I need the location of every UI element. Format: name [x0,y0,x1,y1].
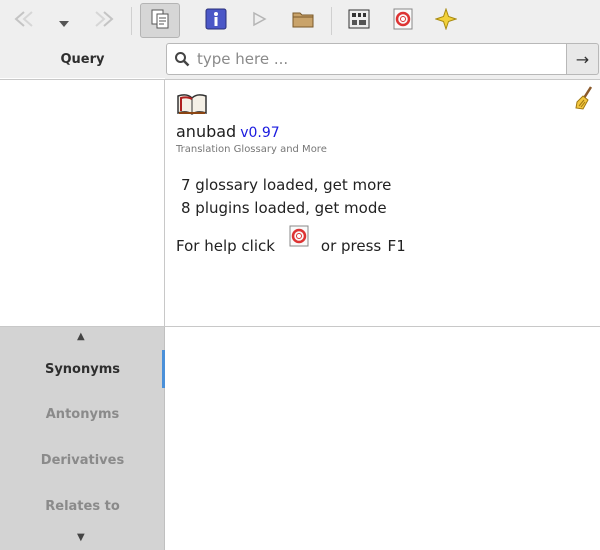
favorites-button[interactable] [430,5,462,37]
app-subtitle: Translation Glossary and More [176,144,327,155]
play-icon [251,11,267,31]
relation-tab-relates-to[interactable]: Relates to [0,487,165,525]
help-suffix: or press [320,237,382,255]
forward-arrow-icon [90,10,116,32]
dictionary-manager-button[interactable] [343,5,375,37]
history-dropdown[interactable] [57,5,71,37]
relation-tab-label: Relates to [45,498,120,514]
selection-indicator [162,350,165,388]
help-hint: For help click or press F1 [176,225,406,255]
arrow-right-icon: → [575,49,590,69]
app-title: anubad v0.97 [176,122,280,141]
copy-button[interactable] [140,3,180,38]
search-input[interactable] [197,50,566,68]
search-field[interactable] [166,43,567,75]
chevron-down-icon [59,12,69,31]
info-button[interactable] [200,5,232,37]
app-version: v0.97 [240,125,280,141]
relation-tab-synonyms[interactable]: Synonyms [0,350,165,388]
forward-button[interactable] [87,5,119,37]
lifebuoy-icon[interactable] [289,225,309,251]
relation-tab-antonyms[interactable]: Antonyms [0,395,165,433]
open-folder-button[interactable] [287,5,319,37]
scroll-up-arrow-icon[interactable]: ▲ [77,331,85,342]
star-icon [434,7,458,34]
back-button[interactable] [9,5,41,37]
info-pane: anubad v0.97 Translation Glossary and Mor… [166,80,600,326]
help-key: F1 [387,237,406,255]
relations-sidebar: ▲ Synonyms Antonyms Derivatives Relates … [0,327,165,550]
info-icon [205,8,227,34]
back-arrow-icon [12,10,38,32]
search-icon [167,51,197,67]
toolbar [0,0,600,41]
relation-tab-label: Derivatives [40,452,125,468]
relation-tab-label: Synonyms [44,361,121,377]
help-prefix: For help click [176,237,275,255]
app-name: anubad [176,122,237,141]
scroll-down-arrow-icon[interactable]: ▼ [77,532,85,543]
clear-broom-icon[interactable] [574,86,594,114]
relation-tab-label: Antonyms [45,406,120,422]
glossary-status: 7 glossary loaded, get more [181,176,392,194]
go-button[interactable]: → [566,43,599,75]
relation-tab-derivatives[interactable]: Derivatives [0,441,165,479]
dictionary-manager-icon [348,9,370,33]
play-button[interactable] [243,5,275,37]
help-button[interactable] [387,5,419,37]
toolbar-separator [331,7,332,35]
book-icon [176,92,208,120]
word-list-pane[interactable] [0,80,165,326]
folder-icon [292,10,314,32]
lifebuoy-icon [393,8,413,34]
toolbar-separator [131,7,132,35]
query-label: Query [0,41,165,78]
copy-icon [151,9,169,33]
relations-content-pane [166,327,600,550]
plugins-status: 8 plugins loaded, get mode [181,199,387,217]
